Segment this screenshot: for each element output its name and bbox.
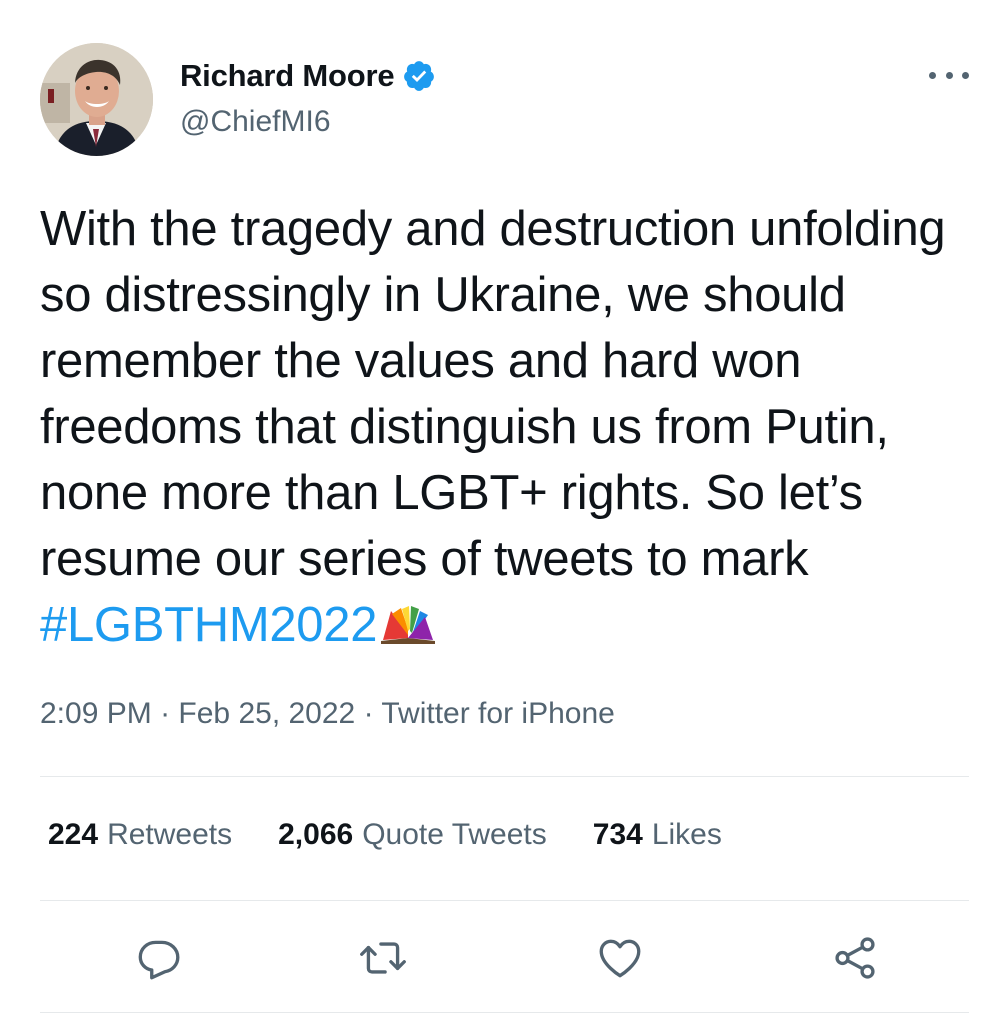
hashtag-link[interactable]: #LGBTHM2022 bbox=[40, 598, 377, 652]
retweet-icon[interactable] bbox=[358, 933, 408, 983]
divider bbox=[40, 900, 969, 901]
divider bbox=[40, 1012, 969, 1013]
meta-separator: · bbox=[160, 697, 171, 730]
quote-tweets-stat[interactable]: 2,066 Quote Tweets bbox=[278, 818, 547, 852]
retweets-count: 224 bbox=[48, 818, 99, 851]
tweet-time[interactable]: 2:09 PM bbox=[40, 697, 152, 730]
author-name[interactable]: Richard Moore bbox=[180, 58, 395, 94]
likes-stat[interactable]: 734 Likes bbox=[593, 818, 722, 852]
more-options-icon[interactable] bbox=[929, 60, 969, 90]
like-icon[interactable] bbox=[595, 933, 645, 983]
divider bbox=[40, 776, 969, 777]
rainbow-book-emoji bbox=[379, 596, 437, 644]
tweet-body: With the tragedy and destruction unfoldi… bbox=[40, 202, 946, 586]
tweet-source[interactable]: Twitter for iPhone bbox=[381, 697, 614, 730]
more-dot bbox=[929, 71, 936, 79]
reply-icon[interactable] bbox=[133, 933, 183, 983]
retweets-label: Retweets bbox=[107, 818, 233, 851]
quote-tweets-count: 2,066 bbox=[278, 818, 354, 851]
meta-separator: · bbox=[363, 697, 374, 730]
likes-count: 734 bbox=[592, 818, 643, 851]
verified-badge-icon bbox=[402, 59, 436, 93]
more-dot bbox=[945, 71, 953, 79]
quote-tweets-label: Quote Tweets bbox=[362, 818, 547, 851]
profile-photo bbox=[40, 43, 153, 156]
share-icon[interactable] bbox=[830, 933, 880, 983]
tweet-date[interactable]: Feb 25, 2022 bbox=[178, 697, 355, 730]
tweet-actions bbox=[0, 933, 1007, 983]
tweet-meta: 2:09 PM · Feb 25, 2022 · Twitter for iPh… bbox=[40, 697, 615, 731]
tweet-text: With the tragedy and destruction unfoldi… bbox=[40, 196, 980, 658]
retweets-stat[interactable]: 224 Retweets bbox=[48, 818, 232, 852]
more-dot bbox=[962, 71, 969, 79]
avatar[interactable] bbox=[40, 43, 153, 156]
likes-label: Likes bbox=[651, 818, 722, 851]
author-name-row[interactable]: Richard Moore bbox=[180, 58, 436, 94]
tweet-stats: 224 Retweets 2,066 Quote Tweets 734 Likes bbox=[48, 818, 722, 852]
author-handle[interactable]: @ChiefMI6 bbox=[180, 105, 331, 139]
